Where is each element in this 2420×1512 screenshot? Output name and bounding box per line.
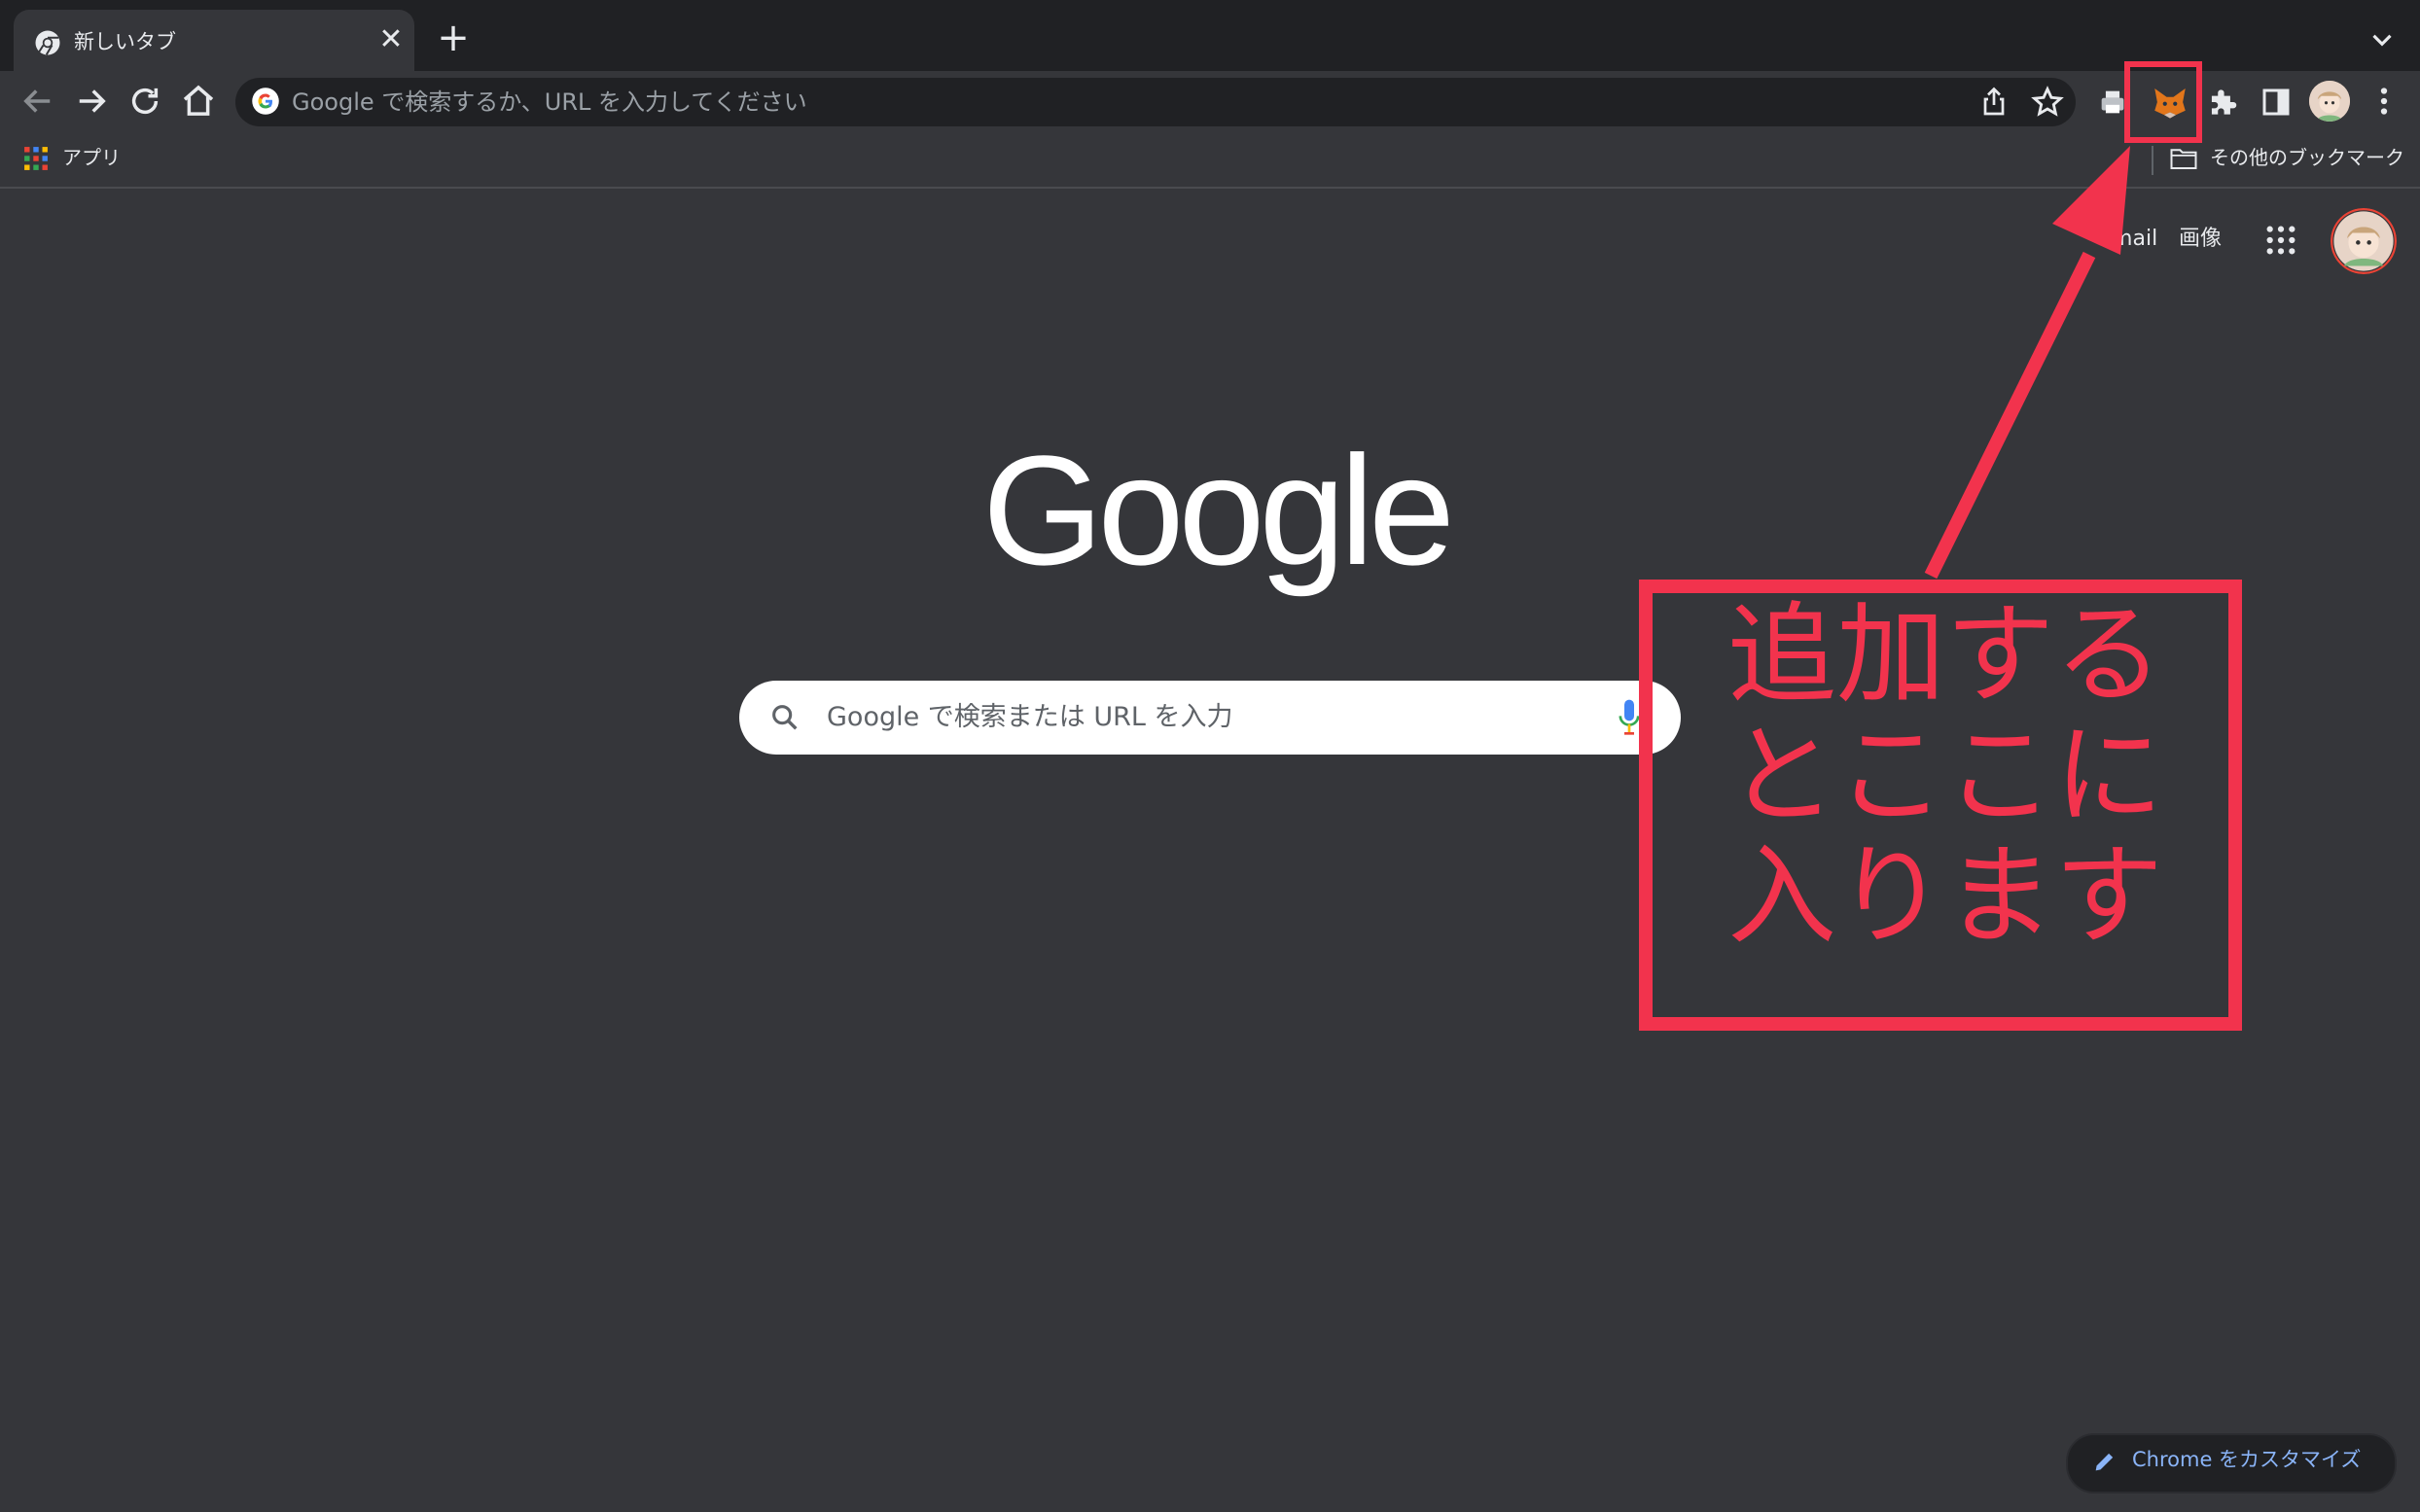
address-bar-placeholder: Google で検索するか、URL を入力してください [292,88,807,116]
pencil-icon [2095,1453,2114,1471]
gmail-link[interactable]: Gmail [2095,224,2157,255]
google-g-icon [252,88,279,115]
bookmark-divider [2152,146,2153,175]
new-tab-button[interactable]: + [436,18,471,57]
home-icon[interactable] [178,81,219,122]
customize-chrome-label: Chrome をカスタマイズ [2132,1448,2362,1471]
more-menu-icon[interactable] [2369,81,2399,122]
tab-close-button[interactable]: ✕ [374,23,408,56]
google-apps-icon[interactable] [2264,224,2297,257]
apps-grid-icon[interactable] [23,146,49,171]
svg-text:Google: Google [982,447,1449,597]
avatar-illustration-icon [2331,208,2397,274]
share-icon[interactable] [1976,85,2011,120]
account-avatar[interactable] [2331,208,2397,274]
puzzle-extensions-icon[interactable] [2204,84,2241,121]
annotation-text: 追加する とここに 入ります [1727,592,2163,960]
side-panel-icon[interactable] [2259,85,2294,120]
reload-icon[interactable] [125,81,165,122]
google-logo: Google [982,447,1455,597]
avatar-illustration-icon [2309,81,2350,122]
tab-search-chevron-icon[interactable] [2366,23,2399,56]
bookmark-apps[interactable]: アプリ [62,142,121,173]
profile-avatar[interactable] [2309,81,2350,122]
annotation-highlight-box [2124,61,2202,143]
forward-arrow-icon[interactable] [71,81,112,122]
bookmark-star-icon[interactable] [2029,84,2066,121]
tab-title: 新しいタブ [74,30,176,53]
folder-icon [2170,149,2197,169]
other-bookmarks[interactable]: その他のブックマーク [2210,142,2404,173]
bookmark-bar [0,136,2420,189]
search-placeholder: Google で検索または URL を入力 [827,702,1233,732]
chrome-logo-icon [35,30,60,55]
back-arrow-icon[interactable] [18,81,58,122]
images-link[interactable]: 画像 [2179,224,2222,255]
search-icon [772,705,798,730]
